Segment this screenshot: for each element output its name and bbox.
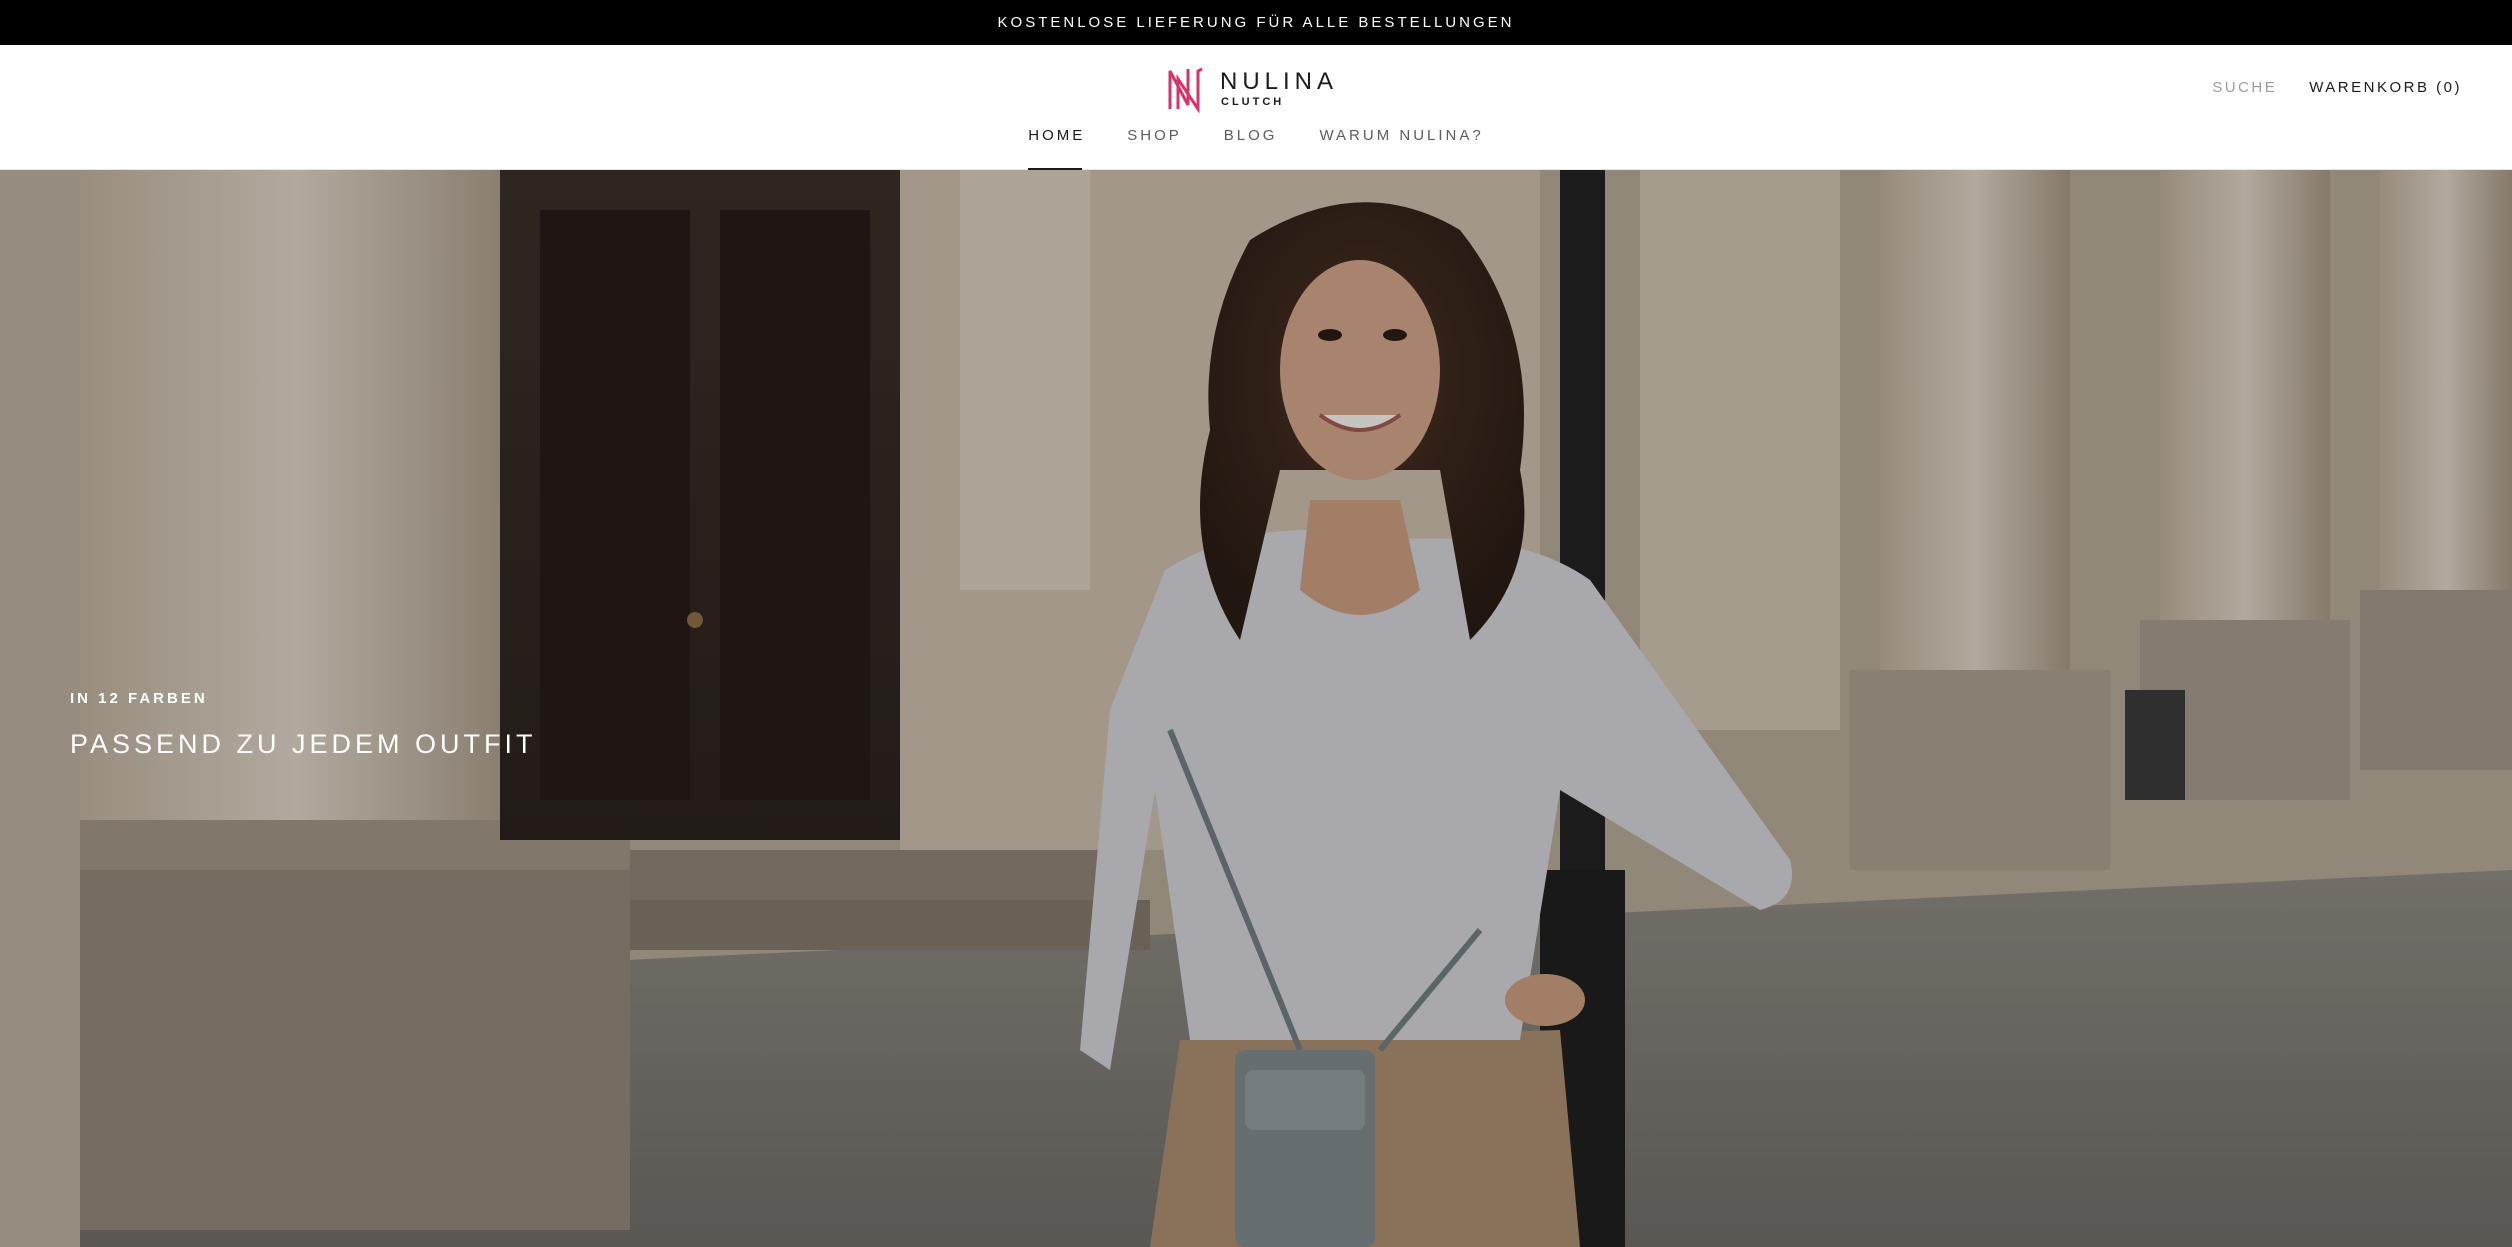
announcement-bar: KOSTENLOSE LIEFERUNG FÜR ALLE BESTELLUNG… <box>0 0 2512 45</box>
logo[interactable]: NULINA CLUTCH <box>1164 63 1344 115</box>
hero-slideshow[interactable]: IN 12 FARBEN PASSEND ZU JEDEM OUTFIT <box>0 170 2512 1247</box>
nav-item-blog[interactable]: BLOG <box>1224 127 1278 170</box>
logo-name: NULINA <box>1220 68 1339 95</box>
main-navigation: HOME SHOP BLOG WARUM NULINA? <box>0 127 2512 170</box>
nav-item-shop[interactable]: SHOP <box>1127 127 1182 170</box>
hero-caption: IN 12 FARBEN PASSEND ZU JEDEM OUTFIT <box>70 690 537 760</box>
header-actions: SUCHE WARENKORB (0) <box>2212 75 2462 99</box>
search-link[interactable]: SUCHE <box>2212 79 2277 96</box>
nav-item-warum-nulina[interactable]: WARUM NULINA? <box>1319 127 1483 170</box>
logo-mark-icon <box>1168 67 1203 113</box>
hero-heading: PASSEND ZU JEDEM OUTFIT <box>70 729 537 759</box>
site-header: NULINA CLUTCH SUCHE WARENKORB (0) HOME S… <box>0 45 2512 170</box>
announcement-text: KOSTENLOSE LIEFERUNG FÜR ALLE BESTELLUNG… <box>997 14 1515 31</box>
hero-subheading: IN 12 FARBEN <box>70 690 208 707</box>
cart-link[interactable]: WARENKORB (0) <box>2309 79 2462 96</box>
logo-subtitle: CLUTCH <box>1221 96 1285 108</box>
nav-item-home[interactable]: HOME <box>1028 127 1085 170</box>
